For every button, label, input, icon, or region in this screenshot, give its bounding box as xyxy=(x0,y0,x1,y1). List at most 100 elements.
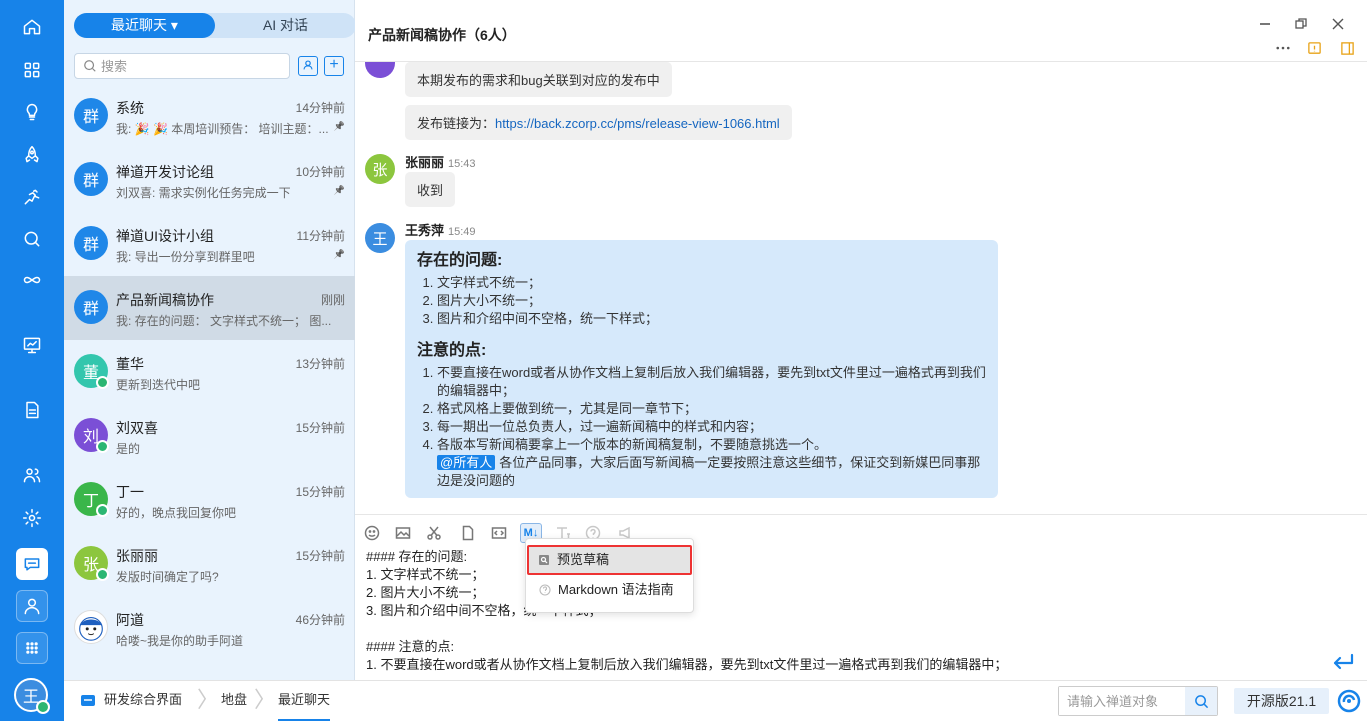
sender-avatar[interactable]: 王 xyxy=(365,223,395,253)
pin-icon: 📌 xyxy=(333,185,345,195)
breadcrumb-recent-chats[interactable]: 最近聊天 xyxy=(278,681,331,721)
message-editor[interactable]: #### 存在的问题: 1. 文字样式不统一； 2. 图片大小不统一； 3. 图… xyxy=(366,548,1356,680)
running-icon[interactable] xyxy=(16,181,48,213)
preview-icon xyxy=(539,555,549,565)
sender-avatar[interactable]: 张 xyxy=(365,154,395,184)
conversation-name: 系统 xyxy=(116,100,144,116)
message-area: 本期发布的需求和bug关联到对应的发布中 发布链接为：https://back.… xyxy=(355,62,1367,514)
conversation-item[interactable]: 群禅道开发讨论组 10分钟前 刘双喜: 需求实例化任务完成一下 📌 xyxy=(64,148,355,212)
workspace-icon xyxy=(81,694,95,709)
conversation-preview: 发版时间确定了吗? xyxy=(116,570,219,584)
conversation-avatar: 群 xyxy=(74,98,108,132)
send-enter-icon[interactable] xyxy=(1331,652,1355,672)
conversation-time: 10分钟前 xyxy=(295,165,345,179)
user-icon[interactable] xyxy=(16,590,48,622)
code-icon[interactable] xyxy=(490,524,508,542)
board-icon[interactable] xyxy=(16,329,48,361)
sender-name: 张丽丽 15:43 xyxy=(405,155,476,170)
conversation-avatar: 群 xyxy=(74,290,108,324)
conversation-preview: 哈喽~我是你的助手阿道 xyxy=(116,634,244,648)
conversation-item[interactable]: 张张丽丽 15分钟前 发版时间确定了吗? xyxy=(64,532,355,596)
zentao-logo-icon[interactable] xyxy=(1337,689,1361,713)
settings-icon[interactable] xyxy=(16,502,48,534)
tab-recent-chats[interactable]: 最近聊天 ▾ xyxy=(74,13,215,38)
breadcrumb-separator: 〉 xyxy=(197,687,220,712)
new-chat-button[interactable]: + xyxy=(324,56,344,76)
conversation-avatar: 群 xyxy=(74,162,108,196)
breadcrumb-workspace[interactable]: 研发综合界面 xyxy=(80,681,182,721)
conversation-item[interactable]: 刘刘双喜 15分钟前 是的 xyxy=(64,404,355,468)
contacts-icon[interactable] xyxy=(16,459,48,491)
conversation-time: 46分钟前 xyxy=(295,613,345,627)
help-circle-icon xyxy=(539,584,551,596)
conversation-name: 刘双喜 xyxy=(116,420,158,436)
conversation-preview: 是的 xyxy=(116,442,141,456)
pin-icon: 📌 xyxy=(333,121,345,131)
search-icon xyxy=(84,60,96,72)
sidebar-panel-button[interactable] xyxy=(1337,38,1357,58)
breadcrumb-separator: 〉 xyxy=(254,687,277,712)
conversation-preview: 更新到迭代中吧 xyxy=(116,378,201,392)
conversation-name: 产品新闻稿协作 xyxy=(116,292,214,308)
mention-tag[interactable]: @所有人 xyxy=(437,455,496,470)
minimize-button[interactable] xyxy=(1255,14,1275,34)
menu-item-preview-draft[interactable]: 预览草稿 xyxy=(527,545,692,575)
list-item: 文字样式不统一； xyxy=(437,274,986,292)
release-link[interactable]: https://back.zcorp.cc/pms/release-view-1… xyxy=(495,116,780,131)
restore-icon xyxy=(1295,18,1307,29)
zentao-object-search xyxy=(1058,686,1218,716)
conversation-name: 董华 xyxy=(116,356,144,372)
current-user-avatar[interactable]: 王 xyxy=(14,678,50,714)
search-input[interactable] xyxy=(101,57,281,75)
menu-item-markdown-guide[interactable]: Markdown 语法指南 xyxy=(530,577,691,603)
zentao-search-input[interactable] xyxy=(1059,687,1185,715)
conversation-preview: 我: 存在的问题： 文字样式不统一； 图... xyxy=(116,314,332,328)
rocket-icon[interactable] xyxy=(16,139,48,171)
search-box xyxy=(74,53,290,79)
close-icon xyxy=(1332,18,1344,30)
list-item: 不要直接在word或者从协作文档上复制后放入我们编辑器，要先到txt文件里过一遍… xyxy=(437,364,986,400)
version-badge[interactable]: 开源版21.1 xyxy=(1234,688,1329,714)
message-time: 15:49 xyxy=(448,226,476,238)
notice-button[interactable] xyxy=(1304,38,1324,58)
list-item: 各版本写新闻稿要拿上一个版本的新闻稿复制，不要随意挑选一个。@所有人各位产品同事… xyxy=(437,436,986,490)
scissors-icon[interactable] xyxy=(425,524,443,542)
search-button[interactable] xyxy=(1185,687,1217,715)
sender-avatar xyxy=(365,62,395,78)
conversation-item[interactable]: 群产品新闻稿协作 刚刚 我: 存在的问题： 文字样式不统一； 图... xyxy=(64,276,355,340)
emoji-icon[interactable] xyxy=(363,524,381,542)
restore-button[interactable] xyxy=(1291,14,1311,34)
conversation-preview: 好的，晚点我回复你吧 xyxy=(116,506,237,520)
md-heading: 存在的问题: xyxy=(417,252,503,269)
conversation-item[interactable]: 董董华 13分钟前 更新到迭代中吧 xyxy=(64,340,355,404)
notice-icon xyxy=(1307,41,1321,54)
bulb-icon[interactable] xyxy=(16,96,48,128)
conversation-name: 禅道开发讨论组 xyxy=(116,164,214,180)
conversation-item[interactable]: 丁丁一 15分钟前 好的，晚点我回复你吧 xyxy=(64,468,355,532)
conversation-item[interactable]: 群系统 14分钟前 我: 🎉 🎉 本周培训预告： 培训主题：... 📌 xyxy=(64,84,355,148)
markdown-message-bubble: 存在的问题: 文字样式不统一； 图片大小不统一； 图片和介绍中间不空格，统一下样… xyxy=(405,240,998,498)
message-bubble: 发布链接为：https://back.zcorp.cc/pms/release-… xyxy=(405,105,792,140)
message-bubble: 本期发布的需求和bug关联到对应的发布中 xyxy=(405,62,672,97)
conversation-name: 丁一 xyxy=(116,484,144,500)
close-button[interactable] xyxy=(1328,14,1348,34)
document-icon[interactable] xyxy=(16,394,48,426)
list-item: 图片和介绍中间不空格，统一下样式； xyxy=(437,310,986,328)
chat-icon[interactable] xyxy=(16,548,48,580)
apps-grid-icon[interactable] xyxy=(16,54,48,86)
file-icon[interactable] xyxy=(459,524,477,542)
conversation-item[interactable]: 阿道 46分钟前 哈喽~我是你的助手阿道 xyxy=(64,596,355,660)
online-status-icon xyxy=(36,700,50,714)
breadcrumb-my-workspace[interactable]: 地盘 xyxy=(221,681,247,721)
more-apps-icon[interactable] xyxy=(16,632,48,664)
image-icon[interactable] xyxy=(394,524,412,542)
infinity-icon[interactable] xyxy=(16,264,48,296)
conversation-item[interactable]: 群禅道UI设计小组 11分钟前 我: 导出一份分享到群里吧 📌 xyxy=(64,212,355,276)
contact-book-button[interactable] xyxy=(298,56,318,76)
md-list: 不要直接在word或者从协作文档上复制后放入我们编辑器，要先到txt文件里过一遍… xyxy=(437,364,986,490)
home-icon[interactable] xyxy=(16,11,48,43)
markdown-menu: 预览草稿 Markdown 语法指南 xyxy=(525,538,694,613)
more-options-button[interactable] xyxy=(1273,38,1293,58)
search-icon[interactable] xyxy=(16,223,48,255)
tab-ai-chat[interactable]: AI 对话 xyxy=(215,13,356,38)
